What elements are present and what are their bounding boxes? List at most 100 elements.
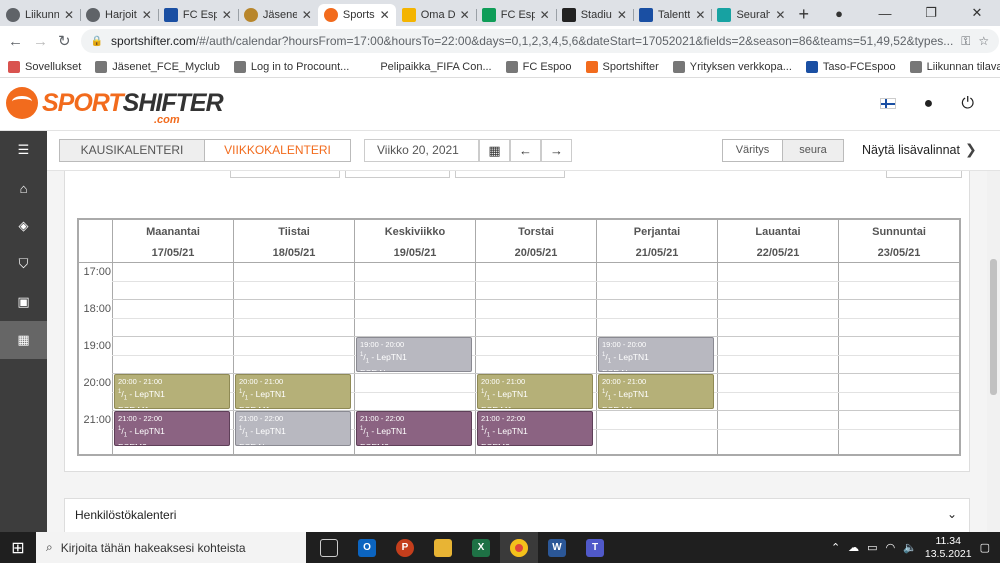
show-more-options-link[interactable]: Näytä lisävalinnat	[862, 143, 960, 157]
browser-tab[interactable]: Talentt ✕	[632, 4, 711, 26]
reload-icon[interactable]: ↻	[58, 32, 71, 50]
season-calendar-tab[interactable]: KAUSIKALENTERI	[60, 140, 205, 161]
calendar-event[interactable]: 21:00 - 22:00 1/1 - LepTN1 FCEM2	[114, 411, 230, 446]
powerpoint-icon[interactable]: P	[386, 532, 424, 563]
restore-icon[interactable]: ❐	[908, 5, 954, 21]
cloud-icon[interactable]: ☁	[848, 541, 859, 554]
key-icon[interactable]: ⚿	[961, 34, 970, 49]
taskbar-search[interactable]: ⌕ Kirjoita tähän hakeaksesi kohteista	[36, 532, 306, 563]
next-week-button[interactable]: →	[541, 139, 572, 162]
wifi-icon[interactable]: ◠	[886, 541, 896, 554]
close-tab-icon[interactable]: ✕	[460, 8, 470, 22]
event-field: 1/1 - LepTN1	[118, 388, 165, 402]
card-icon[interactable]: ▣	[0, 283, 47, 321]
close-tab-icon[interactable]: ✕	[302, 8, 312, 22]
bookmark-item[interactable]: Log in to Procount...	[233, 60, 349, 73]
bookmark-item[interactable]: Pelipaikka_FIFA Con...	[363, 61, 491, 73]
browser-tab[interactable]: FC Esp ✕	[157, 4, 238, 26]
staff-calendar-panel[interactable]: Henkilöstökalenteri ⌄	[64, 498, 970, 532]
new-tab-button[interactable]: +	[791, 4, 816, 26]
close-tab-icon[interactable]: ✕	[617, 8, 627, 22]
browser-tab[interactable]: Sports ✕	[317, 4, 396, 26]
bookmark-item[interactable]: Liikunnan tilavaraus...	[909, 60, 1000, 73]
teams-icon[interactable]: T	[576, 532, 614, 563]
windows-start-icon[interactable]: ⊞	[0, 538, 36, 558]
calendar-picker-icon[interactable]: ▦	[479, 139, 510, 162]
apps-grid-icon	[8, 60, 20, 73]
chrome-icon[interactable]	[500, 532, 538, 563]
sportshifter-logo[interactable]: SPORTSHIFTER .com	[6, 85, 224, 127]
close-tab-icon[interactable]: ✕	[540, 8, 550, 22]
bookmark-item[interactable]: Sportshifter	[585, 60, 659, 73]
tray-chevron-up-icon[interactable]: ⌃	[831, 541, 840, 554]
hamburger-menu-icon[interactable]: ☰	[0, 131, 47, 169]
scrollbar-thumb[interactable]	[990, 259, 997, 395]
calendar-event[interactable]: 20:00 - 21:00 1/1 - LepTN1 FCE M1	[477, 374, 593, 409]
legend-button[interactable]	[886, 171, 962, 178]
excel-icon[interactable]: X	[462, 532, 500, 563]
close-tab-icon[interactable]: ✕	[222, 8, 232, 22]
browser-tab[interactable]: FC Esp ✕	[475, 4, 556, 26]
chevron-down-icon[interactable]: ⌄	[947, 507, 957, 521]
close-window-icon[interactable]: ✕	[954, 5, 1000, 21]
close-tab-icon[interactable]: ✕	[695, 8, 705, 22]
word-icon[interactable]: W	[538, 532, 576, 563]
browser-tab[interactable]: Oma D ✕	[396, 4, 476, 26]
user-account-icon[interactable]: ●	[924, 95, 934, 113]
url-text: sportshifter.com/#/auth/calendar?hoursFr…	[111, 34, 954, 48]
browser-tab-strip: Liikunn ✕ Harjoit ✕ FC Esp ✕ Jäsene ✕ Sports ✕ Oma…	[0, 0, 1000, 26]
week-calendar-tab[interactable]: VIIKKOKALENTERI	[205, 140, 350, 161]
minimize-icon[interactable]: —	[862, 6, 908, 21]
calendar-event[interactable]: 19:00 - 20:00 1/1 - LepTN1 FCE N	[356, 337, 472, 372]
calendar-event[interactable]: 21:00 - 22:00 1/1 - LepTN1 FCE N	[235, 411, 351, 446]
close-tab-icon[interactable]: ✕	[142, 8, 152, 22]
finnish-flag-icon[interactable]	[879, 98, 896, 109]
outlook-icon[interactable]: O	[348, 532, 386, 563]
home-icon[interactable]: ⌂	[0, 169, 47, 207]
browser-tab[interactable]: Harjoit ✕	[80, 4, 158, 26]
task-view-icon[interactable]	[310, 532, 348, 563]
close-tab-icon[interactable]: ✕	[775, 8, 785, 22]
half-hour-gridline	[112, 354, 959, 356]
calendar-event[interactable]: 20:00 - 21:00 1/1 - LepTN1 FCE M1	[114, 374, 230, 409]
close-tab-icon[interactable]: ✕	[64, 8, 74, 22]
star-icon[interactable]: ☆	[978, 34, 989, 48]
calendar-icon[interactable]: ▦	[0, 321, 47, 359]
calendar-event[interactable]: 20:00 - 21:00 1/1 - LepTN1 FCE M1	[235, 374, 351, 409]
field-icon[interactable]: ◈	[0, 207, 47, 245]
clock[interactable]: 11.34 13.5.2021	[925, 535, 972, 561]
bookmark-item[interactable]: Yrityksen verkkopa...	[672, 60, 792, 73]
browser-tab[interactable]: Jäsene ✕	[237, 4, 318, 26]
file-explorer-icon[interactable]	[424, 532, 462, 563]
bookmark-item[interactable]: Jäsenet_FCE_Myclub	[95, 60, 220, 73]
calendar-event[interactable]: 21:00 - 22:00 1/1 - LepTN1 FCEM2	[356, 411, 472, 446]
calendar-event[interactable]: 21:00 - 22:00 1/1 - LepTN1 FCEM2	[477, 411, 593, 446]
address-bar[interactable]: 🔒 sportshifter.com/#/auth/calendar?hours…	[80, 29, 1000, 53]
battery-icon[interactable]: ▭	[867, 541, 877, 554]
bookmark-item[interactable]: Sovellukset	[8, 60, 81, 73]
notifications-icon[interactable]: ▢	[980, 541, 990, 554]
chevron-right-icon[interactable]: ❯	[965, 141, 977, 158]
volume-icon[interactable]: 🔈	[903, 541, 917, 554]
browser-tab[interactable]: Stadiu ✕	[555, 4, 633, 26]
profile-icon[interactable]: ●	[816, 6, 862, 21]
forward-icon[interactable]: →	[33, 33, 48, 50]
day-date: 18/05/21	[272, 247, 316, 259]
power-icon[interactable]: ⏻	[961, 95, 974, 113]
browser-tab[interactable]: Liikunn ✕	[0, 4, 80, 26]
bookmark-item[interactable]: FC Espoo	[505, 60, 572, 73]
back-icon[interactable]: ←	[8, 33, 23, 50]
browser-tab[interactable]: Seurah ✕	[711, 4, 791, 26]
globe-icon	[505, 60, 518, 73]
calendar-event[interactable]: 19:00 - 20:00 1/1 - LepTN1 FCE N	[598, 337, 714, 372]
page-scrollbar[interactable]	[987, 171, 1000, 532]
coloring-label[interactable]: Väritys	[723, 140, 783, 161]
calendar-event[interactable]: 20:00 - 21:00 1/1 - LepTN1 FCE M1	[598, 374, 714, 409]
previous-week-button[interactable]: ←	[510, 139, 541, 162]
bookmark-item[interactable]: Taso-FCEspoo	[805, 60, 896, 73]
week-selector[interactable]: Viikko 20, 2021	[364, 139, 479, 162]
shield-icon[interactable]: ⛉	[0, 245, 47, 283]
coloring-value[interactable]: seura	[783, 140, 843, 161]
close-tab-icon[interactable]: ✕	[380, 8, 390, 22]
hour-label: 20:00	[83, 377, 111, 389]
